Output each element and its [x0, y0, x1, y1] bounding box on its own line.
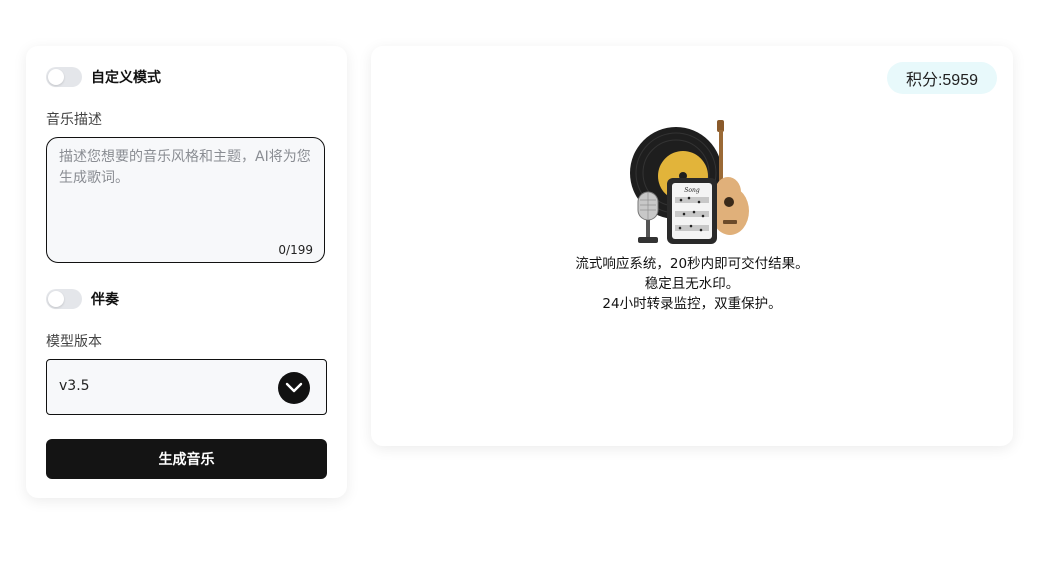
music-description-label: 音乐描述 — [46, 112, 102, 128]
accompaniment-toggle[interactable] — [46, 289, 82, 309]
toggle-knob — [48, 291, 64, 307]
sheet-title: Song — [684, 187, 700, 194]
info-line: 流式响应系统，20秒内即可交付结果。 — [575, 256, 809, 272]
custom-mode-label: 自定义模式 — [91, 70, 161, 86]
info-line: 稳定且无水印。 — [644, 276, 740, 292]
model-version-value: v3.5 — [59, 378, 90, 394]
generate-music-button[interactable]: 生成音乐 — [46, 439, 327, 479]
custom-mode-toggle[interactable] — [46, 67, 82, 87]
accompaniment-row: 伴奏 — [46, 288, 119, 310]
result-panel: 积分:5959 Song 流式响应系统，20秒内即可交付结果。 稳定且无水印。 … — [371, 46, 1013, 446]
music-form-panel: 自定义模式 音乐描述 0/199 伴奏 模型版本 v3.5 生成音乐 — [26, 46, 347, 498]
char-counter: 0/199 — [278, 243, 313, 257]
points-badge: 积分:5959 — [886, 62, 997, 94]
music-description-box: 0/199 — [46, 137, 325, 263]
custom-mode-row: 自定义模式 — [46, 66, 161, 88]
info-text-block: 流式响应系统，20秒内即可交付结果。 稳定且无水印。 24小时转录监控，双重保护… — [371, 254, 1013, 314]
chevron-down-icon[interactable] — [278, 372, 310, 404]
model-version-select[interactable]: v3.5 — [46, 359, 327, 415]
model-version-label: 模型版本 — [46, 334, 102, 350]
info-line: 24小时转录监控，双重保护。 — [602, 296, 782, 312]
accompaniment-label: 伴奏 — [91, 292, 119, 308]
toggle-knob — [48, 69, 64, 85]
music-instruments-illustration: Song — [630, 120, 749, 244]
